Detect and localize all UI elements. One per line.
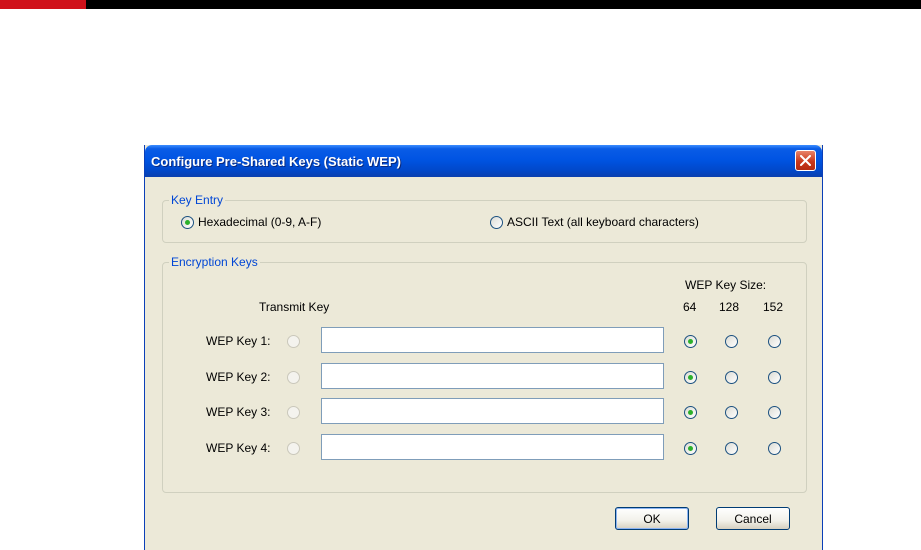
size-152-header: 152 (763, 300, 784, 314)
wep-key-1-label: WEP Key 1: (206, 334, 271, 348)
wep-key-3-transmit-radio[interactable] (287, 406, 300, 419)
top-bar-accent (0, 0, 86, 9)
wep-key-1-input[interactable] (321, 327, 664, 353)
size-64-header: 64 (683, 300, 697, 314)
wep-key-3-size-64-radio[interactable] (684, 406, 697, 419)
wep-key-2-input[interactable] (321, 363, 664, 389)
wep-key-4-size-128-radio[interactable] (725, 442, 738, 455)
wep-key-2-size-128-radio[interactable] (725, 371, 738, 384)
hexadecimal-radio[interactable] (181, 215, 194, 229)
wep-key-3-label: WEP Key 3: (206, 405, 271, 419)
hexadecimal-label: Hexadecimal (0-9, A-F) (198, 215, 322, 229)
wep-key-4-transmit-radio[interactable] (287, 442, 300, 455)
wep-key-2-transmit-radio[interactable] (287, 371, 300, 384)
wep-key-4-label: WEP Key 4: (206, 441, 271, 455)
wep-key-4-size-64-radio[interactable] (684, 442, 697, 455)
wep-key-3-size-152-radio[interactable] (768, 406, 781, 419)
wep-key-2-size-152-radio[interactable] (768, 371, 781, 384)
dialog-title: Configure Pre-Shared Keys (Static WEP) (151, 154, 401, 169)
hexadecimal-option[interactable]: Hexadecimal (0-9, A-F) (181, 215, 321, 229)
wep-key-1-size-64-radio[interactable] (684, 335, 697, 348)
wep-key-4-input[interactable] (321, 434, 664, 460)
configure-wep-dialog: Configure Pre-Shared Keys (Static WEP) K… (144, 145, 823, 550)
ok-button[interactable]: OK (615, 507, 689, 530)
wep-key-1-size-152-radio[interactable] (768, 335, 781, 348)
wep-key-2-label: WEP Key 2: (206, 370, 271, 384)
close-button[interactable] (795, 150, 816, 171)
encryption-keys-legend: Encryption Keys (171, 255, 258, 269)
wep-key-1-transmit-radio[interactable] (287, 335, 300, 348)
ascii-text-option[interactable]: ASCII Text (all keyboard characters) (490, 215, 699, 229)
cancel-button[interactable]: Cancel (716, 507, 790, 530)
wep-key-3-size-128-radio[interactable] (725, 406, 738, 419)
wep-key-3-input[interactable] (321, 398, 664, 424)
wep-key-1-size-128-radio[interactable] (725, 335, 738, 348)
wep-key-2-size-64-radio[interactable] (684, 371, 697, 384)
ascii-text-label: ASCII Text (all keyboard characters) (507, 215, 699, 229)
key-entry-legend: Key Entry (171, 193, 224, 207)
size-128-header: 128 (719, 300, 740, 314)
wep-key-4-size-152-radio[interactable] (768, 442, 781, 455)
ascii-text-radio[interactable] (490, 215, 503, 229)
close-x-icon (800, 155, 811, 166)
title-bar[interactable]: Configure Pre-Shared Keys (Static WEP) (145, 145, 822, 177)
wep-key-size-header: WEP Key Size: (685, 278, 767, 292)
transmit-key-header: Transmit Key (259, 300, 330, 314)
top-bar (0, 0, 921, 9)
